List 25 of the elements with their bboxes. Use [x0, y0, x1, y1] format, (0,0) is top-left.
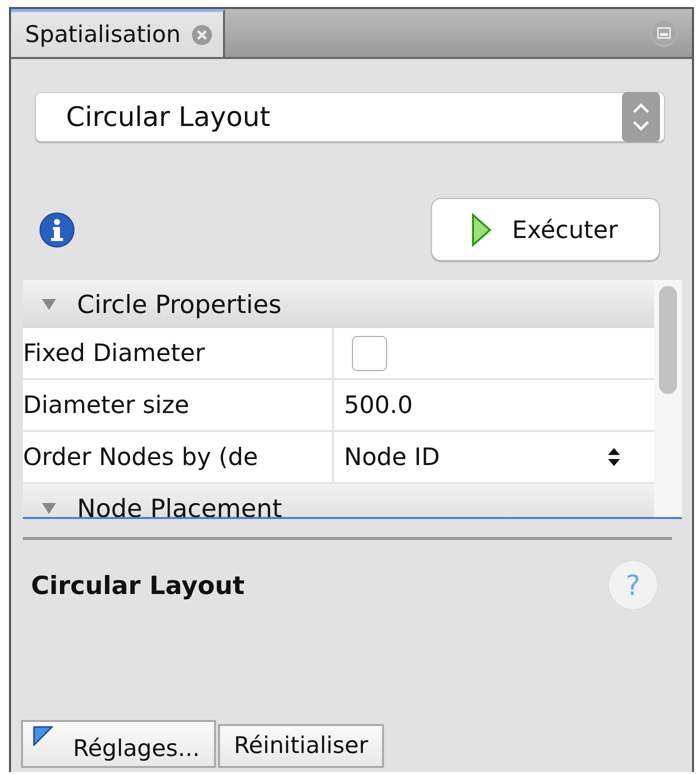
triangle-flag-icon [33, 726, 53, 746]
scrollbar-thumb[interactable] [659, 286, 677, 394]
property-name: Fixed Diameter [23, 328, 334, 378]
property-value-field[interactable]: 500.0 [334, 380, 654, 430]
execute-button[interactable]: Exécuter [431, 198, 660, 261]
checkbox[interactable] [352, 336, 387, 370]
close-icon[interactable] [190, 24, 213, 46]
panel-tab[interactable]: Spatialisation [11, 9, 225, 57]
property-name: Diameter size [23, 380, 334, 430]
section-header[interactable]: Node Placement [23, 484, 654, 517]
section-header[interactable]: Circle Properties [23, 280, 654, 328]
expanded-triangle-icon [41, 296, 57, 312]
property-name: Order Nodes by (de [23, 432, 334, 482]
property-value-dropdown[interactable]: Node ID [334, 432, 654, 482]
dropdown-arrows-icon [622, 92, 660, 142]
play-icon [470, 212, 492, 246]
reset-button[interactable]: Réinitialiser [218, 724, 384, 768]
expanded-triangle-icon [41, 500, 57, 516]
description-title: Circular Layout [31, 570, 245, 600]
layout-dropdown[interactable]: Circular Layout [35, 92, 665, 142]
dropdown-value: Circular Layout [66, 102, 270, 132]
presets-button[interactable]: Réglages... [21, 720, 216, 768]
sort-arrows-icon [606, 446, 622, 468]
info-icon[interactable] [39, 212, 75, 248]
maximize-icon[interactable] [650, 19, 678, 47]
